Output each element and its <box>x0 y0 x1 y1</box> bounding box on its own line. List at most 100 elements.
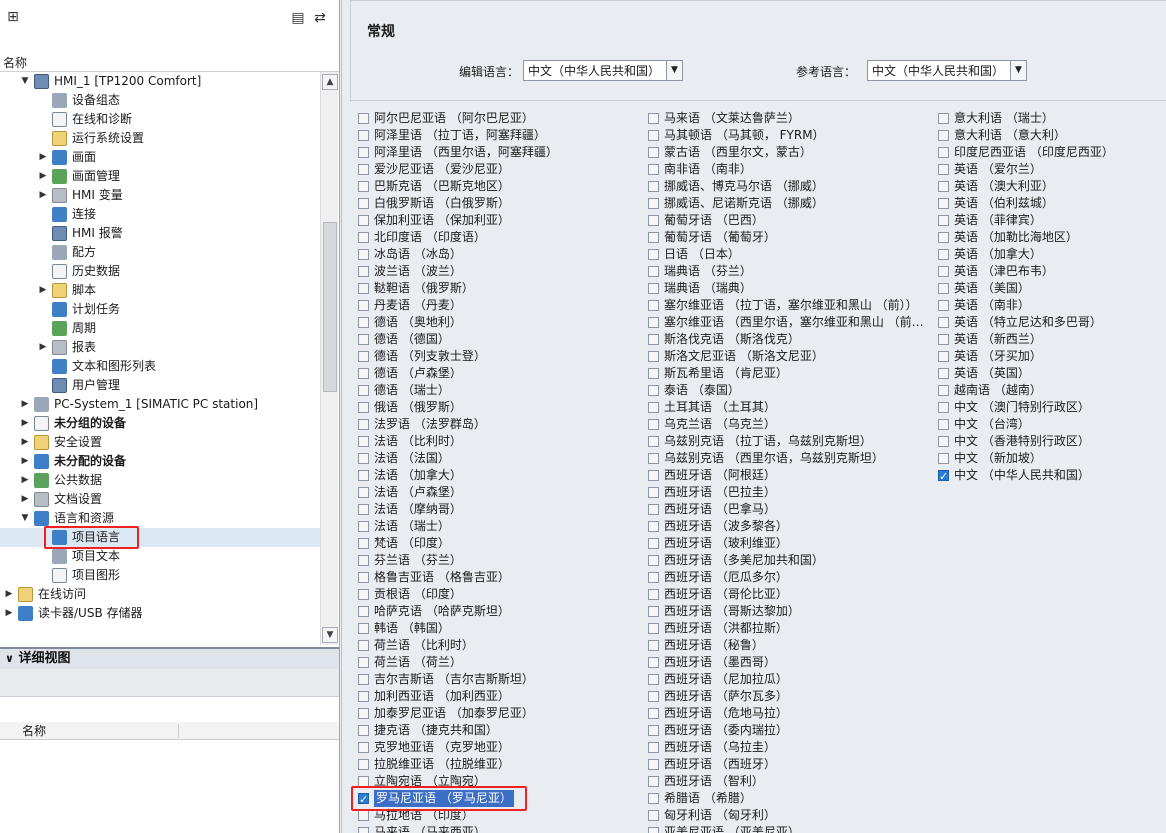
sync-view-icon[interactable]: ⇄ <box>311 9 329 27</box>
expand-right-icon[interactable]: ▶ <box>38 186 48 205</box>
detail-column-name[interactable]: 名称 <box>22 722 46 740</box>
checkbox-icon[interactable] <box>648 436 659 447</box>
checkbox-icon[interactable] <box>648 198 659 209</box>
checkbox-icon[interactable] <box>938 453 949 464</box>
tree-item[interactable]: ▶ 脚本 <box>0 281 320 300</box>
checkbox-icon[interactable] <box>938 198 949 209</box>
checkbox-icon[interactable] <box>938 113 949 124</box>
checkbox-icon[interactable] <box>938 402 949 413</box>
checkbox-icon[interactable] <box>358 334 369 345</box>
tree-item[interactable]: HMI 报警 <box>0 224 320 243</box>
tree-item[interactable]: 用户管理 <box>0 376 320 395</box>
tree-item[interactable]: 连接 <box>0 205 320 224</box>
tree-item[interactable]: 计划任务 <box>0 300 320 319</box>
checkbox-icon[interactable] <box>358 657 369 668</box>
checkbox-icon[interactable] <box>938 164 949 175</box>
checkbox-icon[interactable] <box>648 759 659 770</box>
checkbox-icon[interactable] <box>358 487 369 498</box>
tree-column-header[interactable]: 名称 <box>0 54 339 72</box>
expand-right-icon[interactable]: ▶ <box>38 281 48 300</box>
checkbox-icon[interactable] <box>358 249 369 260</box>
checkbox-icon[interactable] <box>358 283 369 294</box>
checkbox-icon[interactable] <box>648 215 659 226</box>
checkbox-icon[interactable] <box>358 419 369 430</box>
checkbox-icon[interactable] <box>648 827 659 833</box>
checkbox-icon[interactable] <box>358 623 369 634</box>
tree-item[interactable]: ▶ 未分配的设备 <box>0 452 320 471</box>
checkbox-icon[interactable] <box>648 402 659 413</box>
checkbox-icon[interactable] <box>358 232 369 243</box>
checkbox-icon[interactable] <box>358 198 369 209</box>
tree-item[interactable]: ▼ HMI_1 [TP1200 Comfort] <box>0 72 320 91</box>
checkbox-icon[interactable] <box>648 623 659 634</box>
tree-item[interactable]: ▶ 在线访问 <box>0 585 320 604</box>
expand-right-icon[interactable]: ▶ <box>20 395 30 414</box>
edit-language-select[interactable]: 中文（中华人民共和国） ▼ <box>523 60 683 81</box>
checkbox-icon[interactable] <box>938 181 949 192</box>
tree-item[interactable]: ▶ 报表 <box>0 338 320 357</box>
checkbox-icon[interactable] <box>358 181 369 192</box>
tree-item[interactable]: ▶ PC-System_1 [SIMATIC PC station] <box>0 395 320 414</box>
checkbox-icon[interactable] <box>648 181 659 192</box>
scroll-down-icon[interactable]: ▼ <box>322 627 338 643</box>
checkbox-icon[interactable] <box>938 266 949 277</box>
tree-item[interactable]: 项目文本 <box>0 547 320 566</box>
tree-scrollbar[interactable]: ▲ ▼ <box>320 72 338 645</box>
checkbox-icon[interactable] <box>648 300 659 311</box>
expand-right-icon[interactable]: ▶ <box>38 148 48 167</box>
checkbox-icon[interactable] <box>648 640 659 651</box>
checkbox-icon[interactable] <box>358 555 369 566</box>
detail-view-header[interactable]: ∨ 详细视图 <box>0 647 339 669</box>
expand-right-icon[interactable]: ▶ <box>4 604 14 623</box>
checkbox-icon[interactable] <box>938 283 949 294</box>
checkbox-icon[interactable] <box>648 266 659 277</box>
checkbox-icon[interactable] <box>648 419 659 430</box>
chevron-down-icon[interactable]: ▼ <box>1010 61 1026 80</box>
chevron-down-icon[interactable]: ∨ <box>5 652 14 665</box>
checkbox-icon[interactable] <box>938 300 949 311</box>
checkbox-icon[interactable] <box>358 215 369 226</box>
tree-item[interactable]: ▶ 画面管理 <box>0 167 320 186</box>
checkbox-icon[interactable] <box>648 657 659 668</box>
checkbox-icon[interactable] <box>938 232 949 243</box>
checkbox-icon[interactable] <box>648 691 659 702</box>
checkbox-icon[interactable] <box>358 640 369 651</box>
chevron-down-icon[interactable]: ▼ <box>666 61 682 80</box>
reference-language-select[interactable]: 中文（中华人民共和国） ▼ <box>867 60 1027 81</box>
checkbox-icon[interactable] <box>358 470 369 481</box>
checkbox-icon[interactable] <box>358 504 369 515</box>
checkbox-icon[interactable] <box>358 351 369 362</box>
checkbox-icon[interactable] <box>648 232 659 243</box>
tree-item[interactable]: ▶ 读卡器/USB 存储器 <box>0 604 320 623</box>
checkbox-icon[interactable] <box>358 742 369 753</box>
checkbox-icon[interactable] <box>358 572 369 583</box>
checkbox-icon[interactable] <box>648 113 659 124</box>
expand-right-icon[interactable]: ▶ <box>38 338 48 357</box>
checkbox-icon[interactable] <box>648 742 659 753</box>
checkbox-icon[interactable] <box>648 368 659 379</box>
checkbox-icon[interactable] <box>358 164 369 175</box>
tree-item[interactable]: 历史数据 <box>0 262 320 281</box>
checkbox-icon[interactable] <box>358 538 369 549</box>
checkbox-icon[interactable] <box>648 793 659 804</box>
tree-view-icon[interactable]: ⊞ <box>4 8 22 26</box>
checkbox-icon[interactable] <box>358 147 369 158</box>
checkbox-icon[interactable] <box>648 283 659 294</box>
checkbox-icon[interactable] <box>358 674 369 685</box>
checkbox-icon[interactable] <box>358 300 369 311</box>
checkbox-icon[interactable] <box>648 164 659 175</box>
tree-item[interactable]: 在线和诊断 <box>0 110 320 129</box>
tree-item[interactable]: 项目图形 <box>0 566 320 585</box>
tree-item[interactable]: ▶ 文档设置 <box>0 490 320 509</box>
checkbox-icon[interactable] <box>938 334 949 345</box>
checkbox-icon[interactable] <box>648 470 659 481</box>
tree-item[interactable]: 配方 <box>0 243 320 262</box>
checkbox-icon[interactable] <box>358 266 369 277</box>
checkbox-icon[interactable] <box>648 589 659 600</box>
tree-item[interactable]: 周期 <box>0 319 320 338</box>
checkbox-icon[interactable] <box>938 130 949 141</box>
checkbox-icon[interactable] <box>648 385 659 396</box>
checkbox-icon[interactable] <box>358 606 369 617</box>
table-view-icon[interactable]: ▤ <box>289 9 307 27</box>
checkbox-icon[interactable] <box>648 453 659 464</box>
